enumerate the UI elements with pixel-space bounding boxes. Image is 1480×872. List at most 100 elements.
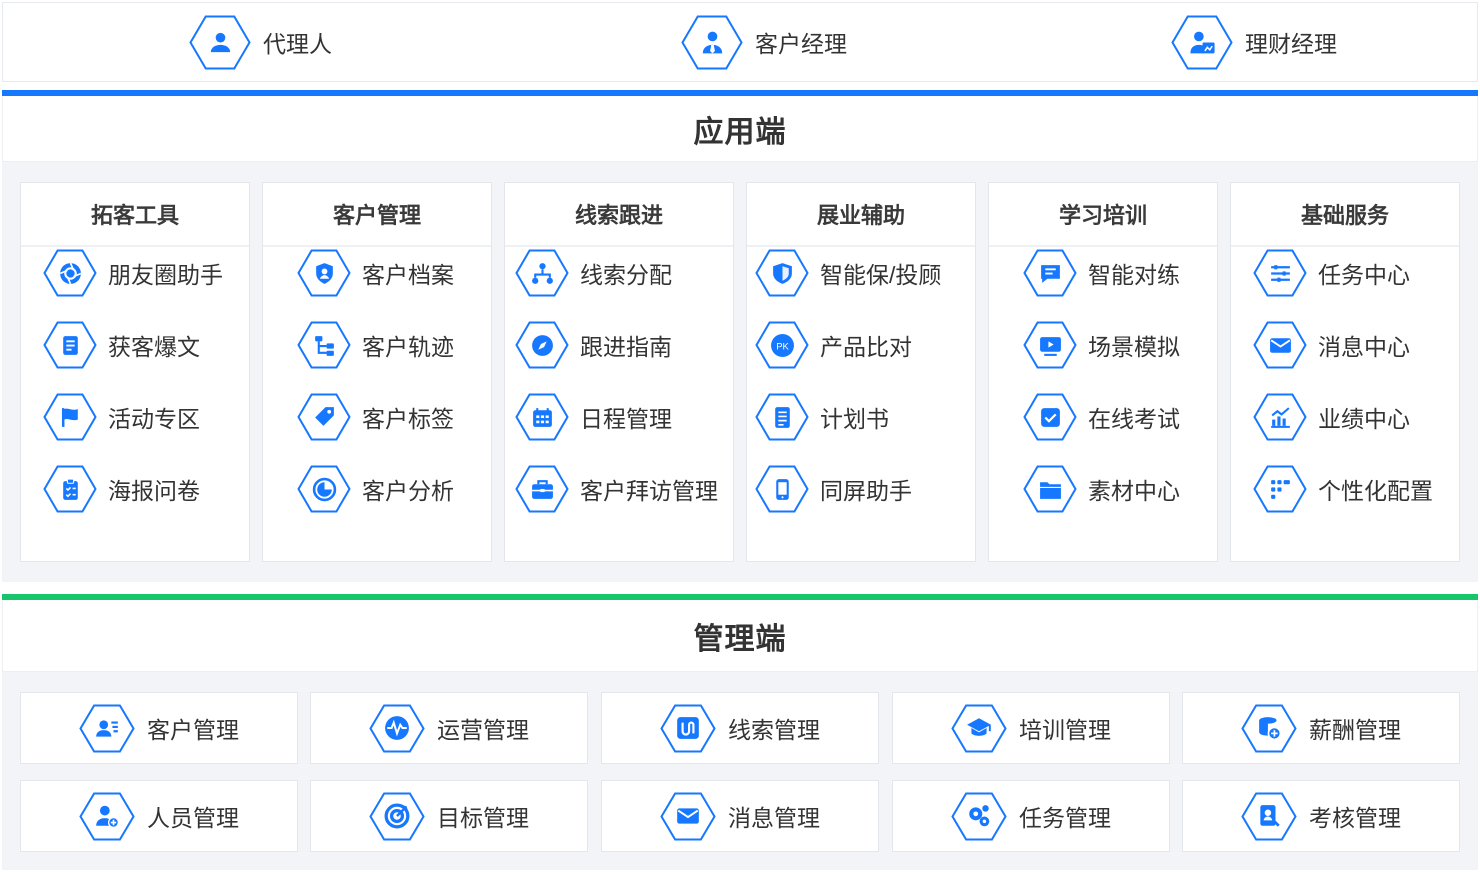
mgmt-item[interactable]: 培训管理 bbox=[892, 692, 1170, 764]
mgmt-item[interactable]: 客户管理 bbox=[20, 692, 298, 764]
role-finance-manager[interactable]: 理财经理 bbox=[1171, 3, 1337, 81]
role-label: 理财经理 bbox=[1245, 31, 1337, 57]
mgmt-item-label: 考核管理 bbox=[1309, 805, 1401, 831]
role-label: 代理人 bbox=[263, 31, 332, 57]
app-item-label: 消息中心 bbox=[1318, 334, 1410, 360]
mgmt-section-title: 管理端 bbox=[693, 622, 787, 656]
app-item-label: 客户分析 bbox=[362, 478, 454, 504]
app-column: 学习培训 智能对练 场景模拟 在线考试 素材中心 bbox=[988, 182, 1218, 562]
app-item-label: 计划书 bbox=[820, 406, 889, 432]
app-item-label: 客户拜访管理 bbox=[580, 478, 718, 504]
mgmt-item[interactable]: 目标管理 bbox=[310, 780, 588, 852]
role-agent[interactable]: 代理人 bbox=[189, 3, 332, 81]
app-item-label: 同屏助手 bbox=[820, 478, 912, 504]
app-section-title: 应用端 bbox=[693, 115, 787, 149]
folder-icon bbox=[1023, 465, 1077, 513]
mail-icon bbox=[660, 792, 716, 841]
briefcase-icon bbox=[515, 465, 569, 513]
app-section-header: 应用端 bbox=[2, 96, 1478, 162]
role-account-manager[interactable]: 客户经理 bbox=[681, 3, 847, 81]
mgmt-item[interactable]: 消息管理 bbox=[601, 780, 879, 852]
app-item-label: 朋友圈助手 bbox=[108, 262, 223, 288]
app-item[interactable]: 客户拜访管理 bbox=[515, 462, 718, 516]
app-column: 展业辅助 智能保/投顾 PK 产品比对计划书同屏助手 bbox=[746, 182, 976, 562]
chat-icon bbox=[1023, 249, 1077, 297]
app-item-label: 日程管理 bbox=[580, 406, 672, 432]
mgmt-item-label: 线索管理 bbox=[728, 717, 820, 743]
mgmt-item-label: 人员管理 bbox=[147, 805, 239, 831]
phone-icon bbox=[755, 465, 809, 513]
app-column-title: 展业辅助 bbox=[747, 183, 975, 247]
app-item[interactable]: 客户轨迹 bbox=[297, 318, 454, 372]
profile-shield-icon bbox=[297, 249, 351, 297]
app-item[interactable]: 智能保/投顾 bbox=[755, 246, 941, 300]
finance-manager-icon bbox=[1171, 15, 1233, 70]
mgmt-item[interactable]: 薪酬管理 bbox=[1182, 692, 1460, 764]
calendar-icon bbox=[515, 393, 569, 441]
app-column-title: 客户管理 bbox=[263, 183, 491, 247]
mgmt-item-label: 任务管理 bbox=[1019, 805, 1111, 831]
app-item[interactable]: 线索分配 bbox=[515, 246, 672, 300]
app-item[interactable]: 获客爆文 bbox=[43, 318, 200, 372]
shield-icon bbox=[755, 249, 809, 297]
app-item[interactable]: 场景模拟 bbox=[1023, 318, 1180, 372]
assessment-icon bbox=[1241, 792, 1297, 841]
app-item[interactable]: 活动专区 bbox=[43, 390, 200, 444]
app-item[interactable]: 任务中心 bbox=[1253, 246, 1410, 300]
app-item[interactable]: 跟进指南 bbox=[515, 318, 672, 372]
mgmt-item[interactable]: 运营管理 bbox=[310, 692, 588, 764]
app-column-title: 线索跟进 bbox=[505, 183, 733, 247]
mgmt-item[interactable]: 线索管理 bbox=[601, 692, 879, 764]
app-item-label: 任务中心 bbox=[1318, 262, 1410, 288]
app-item[interactable]: 海报问卷 bbox=[43, 462, 200, 516]
mgmt-item[interactable]: 任务管理 bbox=[892, 780, 1170, 852]
app-item[interactable]: 计划书 bbox=[755, 390, 889, 444]
app-item[interactable]: 素材中心 bbox=[1023, 462, 1180, 516]
roles-bar: 代理人 客户经理 理财经理 bbox=[2, 2, 1478, 82]
exam-check-icon bbox=[1023, 393, 1077, 441]
app-item[interactable]: 同屏助手 bbox=[755, 462, 912, 516]
aperture-icon bbox=[43, 249, 97, 297]
app-item-label: 智能对练 bbox=[1088, 262, 1180, 288]
mgmt-item-label: 薪酬管理 bbox=[1309, 717, 1401, 743]
app-column-title: 拓客工具 bbox=[21, 183, 249, 247]
app-item-label: 个性化配置 bbox=[1318, 478, 1433, 504]
list-doc-icon bbox=[755, 393, 809, 441]
app-item-label: 跟进指南 bbox=[580, 334, 672, 360]
app-item[interactable]: 在线考试 bbox=[1023, 390, 1180, 444]
coins-icon bbox=[1241, 704, 1297, 753]
svg-text:PK: PK bbox=[776, 341, 789, 351]
app-item-label: 场景模拟 bbox=[1088, 334, 1180, 360]
grid-dots-icon bbox=[1253, 465, 1307, 513]
sliders-icon bbox=[1253, 249, 1307, 297]
app-item-label: 客户轨迹 bbox=[362, 334, 454, 360]
mgmt-item-label: 客户管理 bbox=[147, 717, 239, 743]
pulse-icon bbox=[369, 704, 425, 753]
mgmt-item[interactable]: 考核管理 bbox=[1182, 780, 1460, 852]
chart-icon bbox=[1253, 393, 1307, 441]
tag-icon bbox=[297, 393, 351, 441]
app-item[interactable]: 客户档案 bbox=[297, 246, 454, 300]
app-item[interactable]: 客户分析 bbox=[297, 462, 454, 516]
mgmt-section-header: 管理端 bbox=[2, 600, 1478, 672]
contacts-icon bbox=[79, 704, 135, 753]
mgmt-item[interactable]: 人员管理 bbox=[20, 780, 298, 852]
app-item[interactable]: 客户标签 bbox=[297, 390, 454, 444]
app-item[interactable]: PK 产品比对 bbox=[755, 318, 912, 372]
app-item[interactable]: 朋友圈助手 bbox=[43, 246, 223, 300]
hierarchy-icon bbox=[515, 249, 569, 297]
pie-icon bbox=[297, 465, 351, 513]
video-icon bbox=[1023, 321, 1077, 369]
app-item[interactable]: 智能对练 bbox=[1023, 246, 1180, 300]
app-item-label: 海报问卷 bbox=[108, 478, 200, 504]
app-item[interactable]: 日程管理 bbox=[515, 390, 672, 444]
app-column: 客户管理客户档案客户轨迹客户标签客户分析 bbox=[262, 182, 492, 562]
app-item-label: 客户档案 bbox=[362, 262, 454, 288]
mgmt-item-label: 运营管理 bbox=[437, 717, 529, 743]
mgmt-item-label: 消息管理 bbox=[728, 805, 820, 831]
app-item[interactable]: 业绩中心 bbox=[1253, 390, 1410, 444]
flag-icon bbox=[43, 393, 97, 441]
app-item-label: 活动专区 bbox=[108, 406, 200, 432]
app-item[interactable]: 消息中心 bbox=[1253, 318, 1410, 372]
app-item[interactable]: 个性化配置 bbox=[1253, 462, 1433, 516]
